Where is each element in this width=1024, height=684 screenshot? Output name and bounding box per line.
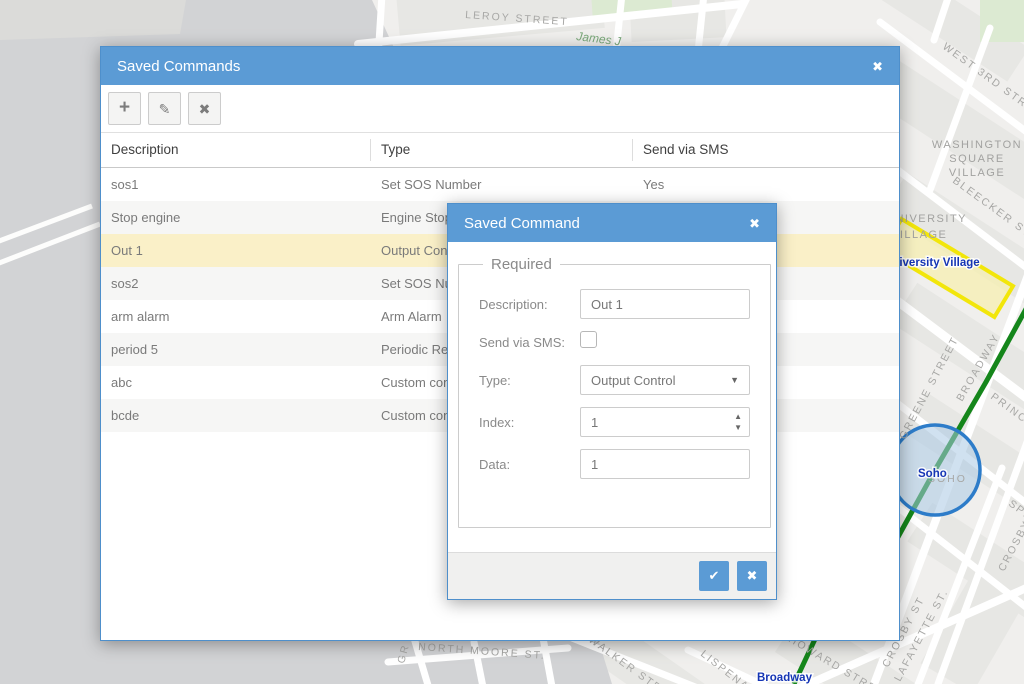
description-field[interactable] [580,289,750,319]
index-row: Index: ▲ ▼ [479,407,750,437]
column-header-sms[interactable]: Send via SMS [633,139,899,161]
description-row: Description: [479,289,750,319]
send-via-sms-label: Send via SMS: [479,335,580,350]
required-fieldset: Required Description: Send via SMS: Type… [458,256,771,528]
type-select-value: Output Control [591,373,676,388]
saved-command-header[interactable]: Saved Command ✖ [448,204,776,242]
area-label-washington: WASHINGTON [932,139,1022,151]
type-select[interactable]: Output Control ▼ [580,365,750,395]
delete-command-button[interactable]: ✖ [188,92,221,125]
commands-toolbar: + ✎ ✖ [101,85,899,132]
required-legend: Required [483,256,560,273]
saved-command-footer: ✔ ✖ [448,552,776,599]
chevron-down-icon: ▼ [730,376,739,385]
cancel-button[interactable]: ✖ [737,561,767,591]
spin-up-icon[interactable]: ▲ [734,411,742,422]
map-pier-platform [0,0,186,40]
table-row[interactable]: sos1 Set SOS Number Yes [101,168,899,201]
cell-description: period 5 [101,342,371,357]
cell-description: arm alarm [101,309,371,324]
type-row: Type: Output Control ▼ [479,365,750,395]
cell-description: sos2 [101,276,371,291]
close-icon[interactable]: ✖ [749,217,760,230]
cell-description: Stop engine [101,210,371,225]
type-label: Type: [479,373,580,388]
delete-x-icon: ✖ [199,102,211,116]
index-label: Index: [479,415,580,430]
data-row: Data: [479,449,750,479]
saved-command-title: Saved Command [464,215,580,232]
send-via-sms-row: Send via SMS: [479,331,750,353]
send-via-sms-checkbox[interactable] [580,331,597,348]
cell-type: Set SOS Number [371,177,633,192]
close-icon[interactable]: ✖ [872,60,883,73]
saved-command-dialog: Saved Command ✖ Required Description: Se… [447,203,777,600]
cell-description: bcde [101,408,371,423]
data-label: Data: [479,457,580,472]
data-field[interactable] [580,449,750,479]
saved-commands-header[interactable]: Saved Commands ✖ [101,47,899,85]
pencil-icon: ✎ [159,102,171,116]
cell-description: sos1 [101,177,371,192]
geofence-label-soho: Soho [918,468,947,480]
index-stepper[interactable] [580,407,750,437]
cell-description: Out 1 [101,243,371,258]
cell-description: abc [101,375,371,390]
saved-commands-title: Saved Commands [117,58,240,75]
column-header-type[interactable]: Type [371,139,633,161]
cancel-x-icon: ✖ [747,568,758,584]
edit-command-button[interactable]: ✎ [148,92,181,125]
app-stage: LEROY STREET James J WEST 3RD STR WASHIN… [0,0,1024,684]
description-label: Description: [479,297,580,312]
table-header: Description Type Send via SMS [101,132,899,168]
plus-icon: + [119,98,130,117]
saved-command-body: Required Description: Send via SMS: Type… [448,242,776,552]
column-header-description[interactable]: Description [101,139,371,161]
add-command-button[interactable]: + [108,92,141,125]
checkmark-icon: ✔ [709,568,720,584]
confirm-button[interactable]: ✔ [699,561,729,591]
route-label-broadway: Broadway [757,672,813,684]
cell-sms: Yes [633,177,899,192]
spin-down-icon[interactable]: ▼ [734,422,742,433]
area-label-square: SQUARE [949,153,1004,165]
stepper-arrows[interactable]: ▲ ▼ [734,411,742,433]
